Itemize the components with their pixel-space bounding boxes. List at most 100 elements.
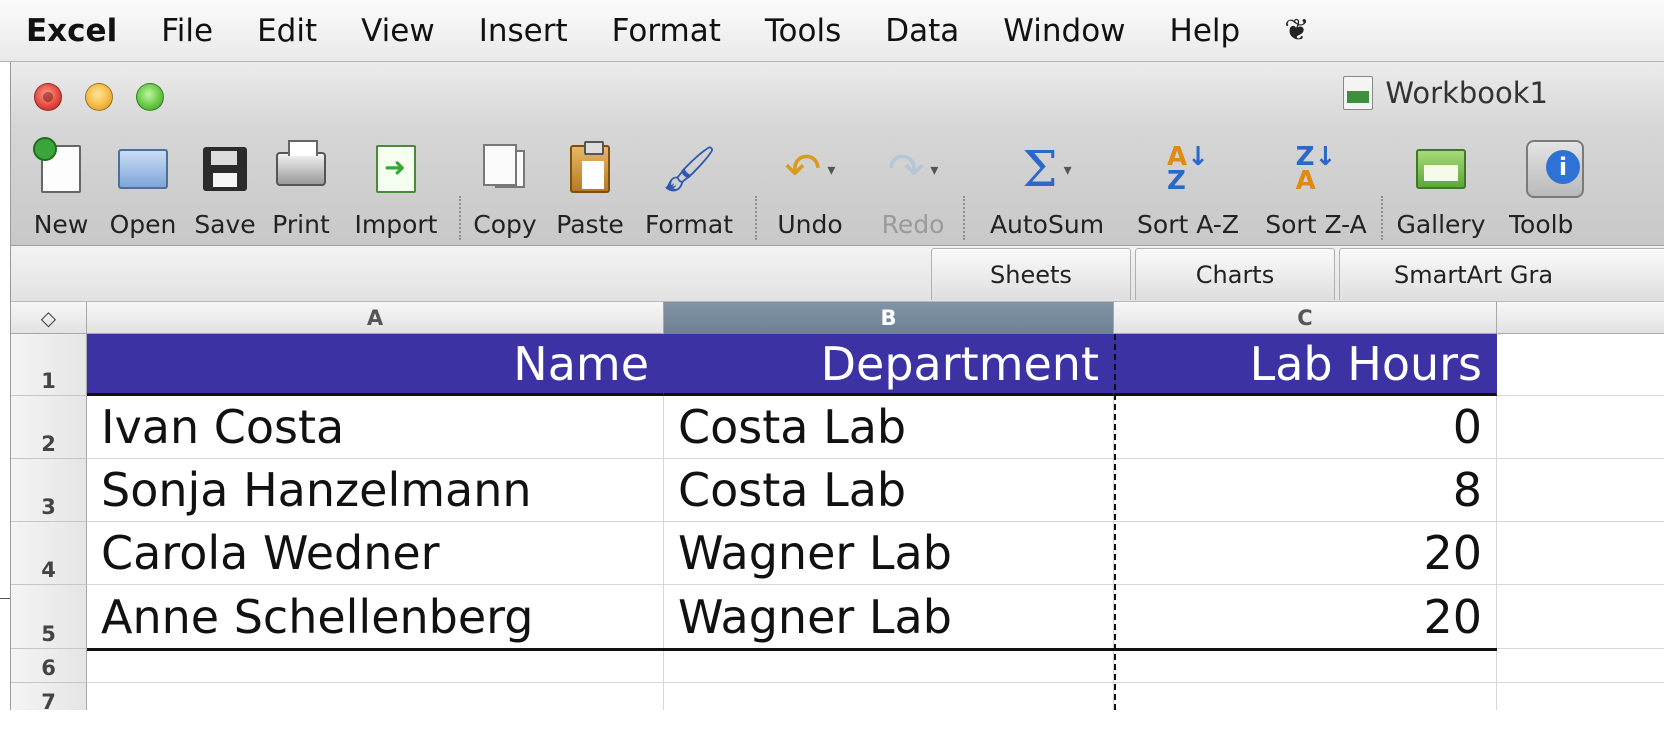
- cell-d6[interactable]: [1497, 649, 1664, 683]
- copy-icon: [483, 144, 525, 188]
- sort-z-a-label: Sort Z-A: [1265, 210, 1367, 239]
- cell-d4[interactable]: [1497, 522, 1664, 585]
- minimize-window-button[interactable]: [85, 83, 113, 111]
- cell-a4[interactable]: Carola Wedner: [87, 522, 664, 585]
- autosum-dropdown-arrow-icon[interactable]: ▾: [1064, 160, 1072, 179]
- cell-c6[interactable]: [1114, 649, 1497, 683]
- copy-marquee-border: [1114, 334, 1116, 710]
- close-window-button[interactable]: [34, 83, 62, 111]
- cell-a2[interactable]: Ivan Costa: [87, 396, 664, 459]
- cell-a3[interactable]: Sonja Hanzelmann: [87, 459, 664, 522]
- cell-b5[interactable]: Wagner Lab: [664, 585, 1114, 649]
- desktop-edge-tick: [0, 598, 10, 599]
- cell-a6[interactable]: [87, 649, 664, 683]
- standard-toolbar: New Open Save Print Import Copy Paste 🖌: [11, 126, 1664, 246]
- toolbox-label: Toolb: [1509, 210, 1574, 239]
- print-button[interactable]: Print: [272, 136, 330, 242]
- format-label: Format: [644, 210, 734, 239]
- tab-smartart-graphics[interactable]: SmartArt Gra: [1339, 248, 1664, 300]
- printer-icon: [276, 140, 326, 186]
- zoom-window-button[interactable]: [136, 83, 164, 111]
- cell-b4[interactable]: Wagner Lab: [664, 522, 1114, 585]
- menu-format[interactable]: Format: [612, 13, 721, 49]
- row-header-4[interactable]: 4: [11, 522, 87, 585]
- cell-a7[interactable]: [87, 683, 664, 710]
- menu-window[interactable]: Window: [1003, 13, 1125, 49]
- paintbrush-icon: 🖌: [661, 144, 717, 195]
- cell-a5[interactable]: Anne Schellenberg: [87, 585, 664, 649]
- tab-charts[interactable]: Charts: [1135, 248, 1335, 300]
- row-header-5[interactable]: 5: [11, 585, 87, 649]
- sigma-icon: Σ: [1022, 140, 1058, 198]
- redo-arrow-icon: ↷: [887, 143, 925, 195]
- gallery-button[interactable]: Gallery: [1396, 136, 1486, 242]
- cell-d1[interactable]: [1497, 334, 1664, 396]
- row-header-7[interactable]: 7: [11, 683, 87, 710]
- menu-data[interactable]: Data: [885, 13, 959, 49]
- document-title: Workbook1: [1343, 76, 1548, 110]
- paste-label: Paste: [556, 210, 624, 239]
- menu-tools[interactable]: Tools: [765, 13, 841, 49]
- cell-d2[interactable]: [1497, 396, 1664, 459]
- column-header-d[interactable]: [1497, 302, 1664, 334]
- script-menu-icon[interactable]: ❦: [1284, 13, 1309, 48]
- menu-edit[interactable]: Edit: [257, 13, 317, 49]
- workbook-window: Workbook1 New Open Save Print Import Cop…: [10, 62, 1664, 710]
- column-header-b[interactable]: B: [664, 302, 1114, 334]
- cell-c4[interactable]: 20: [1114, 522, 1497, 585]
- redo-button[interactable]: ↷ ▾ Redo: [869, 136, 957, 242]
- cell-b3[interactable]: Costa Lab: [664, 459, 1114, 522]
- select-all-button[interactable]: ◇: [11, 302, 87, 334]
- cell-a1[interactable]: Name: [87, 334, 664, 396]
- redo-dropdown-arrow-icon[interactable]: ▾: [930, 160, 938, 179]
- undo-button[interactable]: ↶ ▾ Undo: [765, 136, 855, 242]
- print-label: Print: [272, 210, 330, 239]
- cell-c1[interactable]: Lab Hours: [1114, 334, 1497, 396]
- cell-c7[interactable]: [1114, 683, 1497, 710]
- cell-c5[interactable]: 20: [1114, 585, 1497, 649]
- column-header-c[interactable]: C: [1114, 302, 1497, 334]
- open-button[interactable]: Open: [110, 136, 176, 242]
- tab-sheets[interactable]: Sheets: [931, 248, 1131, 300]
- cell-c3[interactable]: 8: [1114, 459, 1497, 522]
- redo-label: Redo: [881, 210, 945, 239]
- menu-help[interactable]: Help: [1170, 13, 1241, 49]
- autosum-button[interactable]: Σ ▾ AutoSum: [990, 136, 1104, 242]
- save-floppy-icon: [203, 147, 247, 191]
- format-painter-button[interactable]: 🖌 Format: [645, 136, 733, 242]
- toolbox-button[interactable]: Toolb: [1509, 136, 1595, 242]
- column-header-row: ◇ A B C: [11, 302, 1664, 334]
- row-header-6[interactable]: 6: [11, 649, 87, 683]
- cell-b6[interactable]: [664, 649, 1114, 683]
- cell-d5[interactable]: [1497, 585, 1664, 649]
- gallery-icon: [1416, 149, 1466, 189]
- cell-c2[interactable]: 0: [1114, 396, 1497, 459]
- paste-clipboard-icon: [570, 141, 610, 193]
- sort-a-z-icon: A↓ Z: [1167, 142, 1209, 196]
- menu-insert[interactable]: Insert: [479, 13, 568, 49]
- import-button[interactable]: Import: [355, 136, 437, 242]
- paste-button[interactable]: Paste: [556, 136, 624, 242]
- row-header-1[interactable]: 1: [11, 334, 87, 396]
- cell-d3[interactable]: [1497, 459, 1664, 522]
- sort-ascending-button[interactable]: A↓ Z Sort A-Z: [1133, 136, 1243, 242]
- cell-d7[interactable]: [1497, 683, 1664, 710]
- cell-b1[interactable]: Department: [664, 334, 1114, 396]
- cell-b2[interactable]: Costa Lab: [664, 396, 1114, 459]
- menu-excel[interactable]: Excel: [26, 13, 117, 49]
- workbook-file-icon: [1343, 76, 1374, 110]
- copy-button[interactable]: Copy: [473, 136, 537, 242]
- toolbar-separator: [963, 196, 965, 240]
- row-header-2[interactable]: 2: [11, 396, 87, 459]
- cell-b7[interactable]: [664, 683, 1114, 710]
- column-header-a[interactable]: A: [87, 302, 664, 334]
- menu-view[interactable]: View: [361, 13, 435, 49]
- sort-descending-button[interactable]: Z↓ A Sort Z-A: [1261, 136, 1371, 242]
- ribbon-tab-strip: Sheets Charts SmartArt Gra: [11, 246, 1664, 302]
- menu-file[interactable]: File: [161, 13, 213, 49]
- table-bottom-border: [87, 648, 1497, 651]
- row-header-3[interactable]: 3: [11, 459, 87, 522]
- new-button[interactable]: New: [33, 136, 89, 242]
- save-button[interactable]: Save: [194, 136, 256, 242]
- undo-dropdown-arrow-icon[interactable]: ▾: [827, 160, 835, 179]
